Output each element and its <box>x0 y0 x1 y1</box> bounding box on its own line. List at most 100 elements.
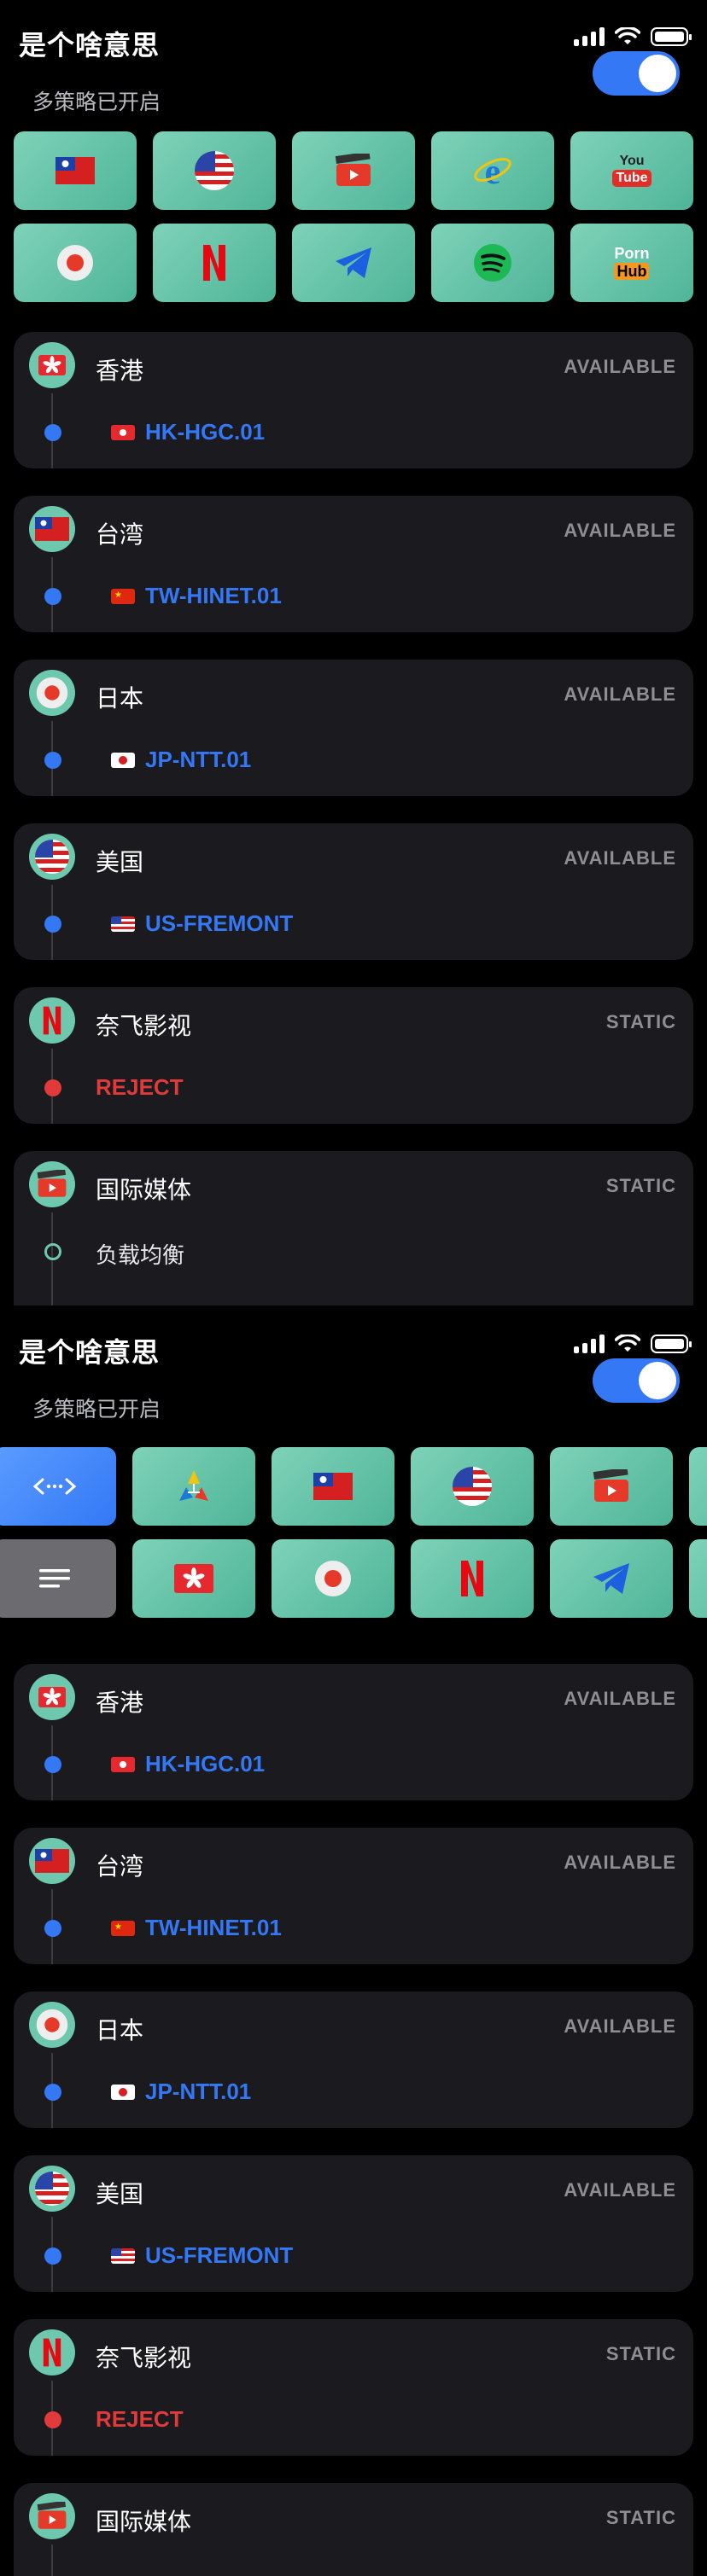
group-card[interactable]: 奈飞影视 STATIC REJECT <box>14 987 693 1124</box>
video-clapper-icon <box>593 1469 628 1502</box>
group-card[interactable]: 美国 AVAILABLE US-FREMONT <box>14 2155 693 2292</box>
selection-dot <box>44 588 61 605</box>
wifi-icon <box>615 27 640 44</box>
group-status: AVAILABLE <box>564 520 676 541</box>
record-icon <box>57 245 93 281</box>
group-status: AVAILABLE <box>564 683 676 705</box>
selection-dot <box>44 916 61 933</box>
netflix-icon <box>203 245 225 281</box>
group-card[interactable]: 台湾 AVAILABLE ★ TW-HINET.01 <box>14 1828 693 1964</box>
selection-dot <box>44 424 61 441</box>
selection-dot <box>44 2084 61 2101</box>
group-card[interactable]: 国际媒体 STATIC 负载均衡 <box>14 1151 693 1305</box>
group-card[interactable]: 香港 AVAILABLE HK-HGC.01 <box>14 1664 693 1800</box>
selected-node[interactable]: HK-HGC.01 <box>111 419 265 445</box>
us-flag-icon <box>195 151 234 190</box>
record-icon <box>29 2002 75 2048</box>
netflix-icon <box>461 1561 483 1596</box>
status-title: 是个啥意思 <box>19 30 161 61</box>
taiwan-flag-icon <box>29 506 75 552</box>
tile-youtube[interactable]: You Tube <box>570 131 693 210</box>
group-card[interactable]: 奈飞影视 STATIC REJECT <box>14 2319 693 2456</box>
tile-media[interactable] <box>292 131 415 210</box>
china-flag-icon: ★ <box>111 588 135 604</box>
status-title: 是个啥意思 <box>19 1337 161 1368</box>
wifi-icon <box>615 1335 640 1352</box>
battery-icon <box>651 1335 692 1353</box>
record-icon <box>315 1561 351 1596</box>
video-clapper-icon <box>335 154 371 186</box>
video-clapper-icon <box>29 1161 75 1207</box>
tile-us[interactable] <box>411 1447 534 1526</box>
selected-node[interactable]: REJECT <box>96 1074 184 1101</box>
selection-dot <box>44 2247 61 2265</box>
group-card[interactable]: 美国 AVAILABLE US-FREMONT <box>14 823 693 960</box>
status-bar: 是个啥意思 <box>0 0 707 85</box>
selected-node[interactable]: US-FREMONT <box>111 2242 293 2269</box>
us-flag-icon <box>111 916 135 932</box>
tile-telegram[interactable] <box>550 1539 673 1618</box>
group-name: 国际媒体 <box>96 2509 192 2535</box>
group-name: 奈飞影视 <box>96 1013 192 1039</box>
tile-media[interactable] <box>550 1447 673 1526</box>
tile-telegram[interactable] <box>292 224 415 302</box>
us-flag-icon <box>29 2166 75 2212</box>
tile-partial[interactable] <box>689 1539 707 1618</box>
tile-partial[interactable] <box>689 1447 707 1526</box>
tile-hongkong[interactable] <box>132 1539 255 1618</box>
group-card[interactable]: 国际媒体 STATIC <box>14 2483 693 2576</box>
group-card[interactable]: 日本 AVAILABLE JP-NTT.01 <box>14 660 693 796</box>
us-flag-icon <box>453 1467 492 1506</box>
proxy-icon <box>179 1470 208 1501</box>
selected-node[interactable]: ★ TW-HINET.01 <box>111 583 282 609</box>
taiwan-flag-icon <box>56 157 95 184</box>
netflix-icon <box>29 2329 75 2375</box>
group-card[interactable]: 台湾 AVAILABLE ★ TW-HINET.01 <box>14 496 693 632</box>
tile-japan[interactable] <box>14 224 137 302</box>
tile-list[interactable] <box>0 1539 116 1618</box>
group-name: 美国 <box>96 2181 144 2207</box>
us-flag-icon <box>111 2247 135 2264</box>
screen-1: 是个啥意思 多策略已开启 e You Tube Porn Hub 香港 AVAI… <box>0 0 707 1305</box>
tile-us[interactable] <box>153 131 276 210</box>
group-card[interactable]: 日本 AVAILABLE JP-NTT.01 <box>14 1992 693 2128</box>
selected-node[interactable]: HK-HGC.01 <box>111 1751 265 1777</box>
code-icon <box>32 1478 77 1495</box>
group-card[interactable]: 香港 AVAILABLE HK-HGC.01 <box>14 332 693 468</box>
tile-spotify[interactable] <box>431 224 554 302</box>
japan-flag-icon <box>111 752 135 768</box>
tile-taiwan[interactable] <box>272 1447 394 1526</box>
video-clapper-icon <box>29 2493 75 2539</box>
tile-taiwan[interactable] <box>14 131 137 210</box>
group-name: 奈飞影视 <box>96 2345 192 2371</box>
tile-ie[interactable]: e <box>431 131 554 210</box>
selected-node[interactable]: US-FREMONT <box>111 910 293 937</box>
tile-netflix[interactable] <box>153 224 276 302</box>
hongkong-flag-icon <box>29 342 75 388</box>
group-status: STATIC <box>605 2507 676 2528</box>
taiwan-flag-icon <box>29 1838 75 1884</box>
selected-node[interactable]: JP-NTT.01 <box>111 2079 251 2105</box>
taiwan-flag-icon <box>313 1473 353 1500</box>
svg-text:e: e <box>485 153 501 190</box>
pornhub-icon: Porn Hub <box>614 245 650 280</box>
tile-pornhub[interactable]: Porn Hub <box>570 224 693 302</box>
tile-code[interactable] <box>0 1447 116 1526</box>
selected-node[interactable]: REJECT <box>96 2406 184 2433</box>
tile-proxy[interactable] <box>132 1447 255 1526</box>
selection-dot <box>44 1079 61 1096</box>
netflix-icon <box>29 997 75 1044</box>
telegram-icon <box>336 247 371 278</box>
selected-node[interactable]: 负载均衡 <box>96 1238 184 1270</box>
group-status: AVAILABLE <box>564 2015 676 2037</box>
group-status: AVAILABLE <box>564 1688 676 1709</box>
group-name: 美国 <box>96 849 144 875</box>
selection-dot <box>44 1756 61 1773</box>
tile-netflix[interactable] <box>411 1539 534 1618</box>
group-status: AVAILABLE <box>564 847 676 869</box>
tile-japan[interactable] <box>272 1539 394 1618</box>
screen-2: 是个啥意思 多策略已开启 香港 AVAILABLE HK-HGC.01 台湾 A… <box>0 1307 707 2576</box>
selected-node[interactable]: ★ TW-HINET.01 <box>111 1915 282 1941</box>
battery-icon <box>651 27 692 46</box>
selected-node[interactable]: JP-NTT.01 <box>111 747 251 773</box>
